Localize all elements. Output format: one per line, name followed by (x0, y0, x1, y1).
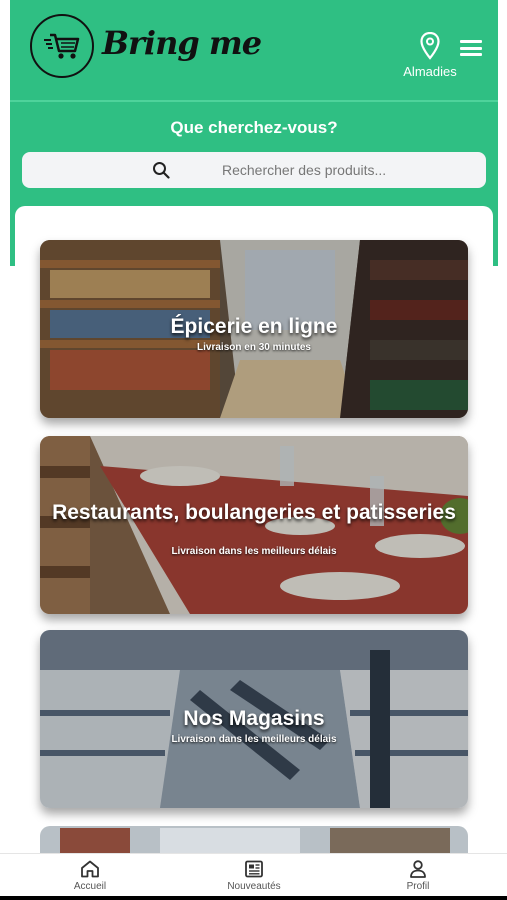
card-overlay (40, 436, 468, 614)
nav-label: Accueil (73, 881, 107, 892)
header-divider (10, 100, 498, 102)
card-subtitle: Livraison dans les meilleurs délais (171, 546, 337, 557)
search-icon (153, 162, 170, 179)
category-card-partial[interactable] (40, 826, 468, 856)
nav-item-profil[interactable]: Profil (368, 860, 468, 892)
system-bar (0, 896, 507, 900)
home-icon (81, 860, 99, 878)
nav-label: Nouveautés (227, 881, 281, 892)
page: Bring me Almadies Que cherchez-vous? Rec… (0, 0, 507, 900)
app-header: Bring me Almadies (10, 0, 498, 100)
brand-name: Bring me (102, 24, 262, 62)
bottom-navigation: Accueil Nouveautés Profil (0, 853, 507, 900)
logo[interactable] (30, 14, 94, 78)
newspaper-icon (245, 860, 263, 878)
nav-label: Profil (406, 881, 430, 892)
card-subtitle: Livraison en 30 minutes (197, 342, 311, 353)
menu-icon[interactable] (460, 40, 482, 56)
location-selector[interactable]: Almadies (400, 32, 460, 79)
location-label: Almadies (403, 64, 457, 79)
search-input[interactable]: Rechercher des produits... (22, 152, 486, 188)
search-question: Que cherchez-vous? (170, 118, 338, 137)
nav-item-nouveautes[interactable]: Nouveautés (204, 860, 304, 892)
user-icon (410, 860, 426, 878)
search-placeholder: Rechercher des produits... (222, 162, 387, 178)
card-subtitle: Livraison dans les meilleurs délais (171, 734, 337, 745)
store-front-image (40, 826, 468, 856)
card-title: Nos Magasins (183, 707, 325, 730)
category-card-epicerie[interactable]: Épicerie en ligne Livraison en 30 minute… (40, 240, 468, 418)
shopping-cart-icon (44, 33, 80, 59)
card-title: Épicerie en ligne (170, 315, 338, 338)
category-card-magasins[interactable]: Nos Magasins Livraison dans les meilleur… (40, 630, 468, 808)
card-title: Restaurants, boulangeries et patisseries (52, 501, 456, 524)
category-card-restaurants[interactable]: Restaurants, boulangeries et patisseries… (40, 436, 468, 614)
nav-item-accueil[interactable]: Accueil (40, 860, 140, 892)
location-pin-icon (420, 32, 440, 60)
